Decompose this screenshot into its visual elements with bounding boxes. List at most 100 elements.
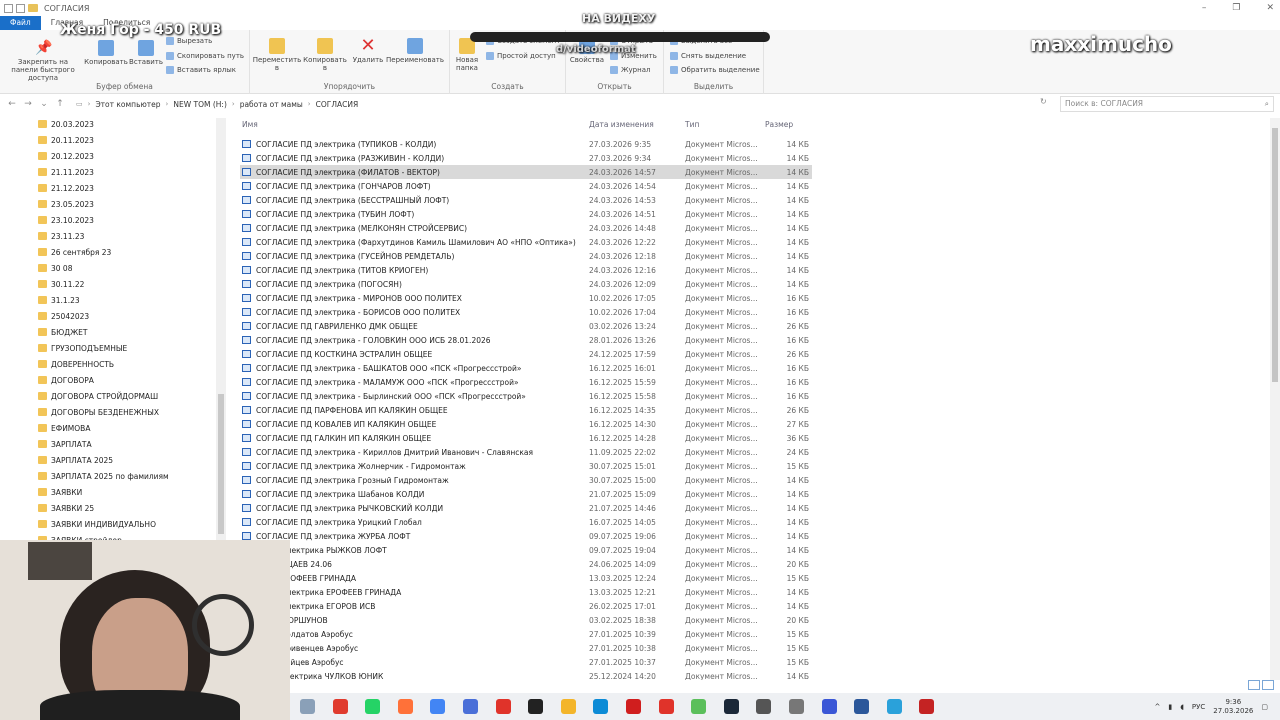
file-row[interactable]: СОГЛАСИЕ ПД электрика - МАЛАМУЖ ООО «ПСК… bbox=[240, 375, 812, 389]
yandex-icon-2[interactable] bbox=[658, 699, 674, 714]
tree-folder-item[interactable]: ДОВЕРЕННОСТЬ bbox=[38, 357, 114, 371]
tray-chevron-icon[interactable]: ^ bbox=[1154, 703, 1160, 711]
pin-quick-access-button[interactable]: 📌 Закрепить на панели быстрого доступа bbox=[4, 40, 82, 82]
globe-icon[interactable] bbox=[756, 699, 772, 714]
file-row[interactable]: СОГЛАСИЕ ПД электрика (ТУБИН ЛОФТ) 24.03.… bbox=[240, 207, 812, 221]
column-date[interactable]: Дата изменения bbox=[589, 120, 654, 129]
tree-folder-item[interactable]: ЗАЯВКИ 25 bbox=[38, 501, 94, 515]
forward-arrow-icon[interactable]: → bbox=[20, 99, 36, 109]
file-row[interactable]: СОГЛАСИЕ ПД электрика (ГУСЕЙНОВ РЕМДЕТАЛ… bbox=[240, 249, 812, 263]
new-folder-icon[interactable] bbox=[28, 4, 38, 12]
file-row[interactable]: СОГЛАСИЕ ПД электрика (ТУПИКОВ - КОЛДИ) 2… bbox=[240, 137, 812, 151]
search-icon[interactable] bbox=[300, 699, 315, 714]
clock[interactable]: 9:36 27.03.2026 bbox=[1213, 698, 1253, 716]
tree-folder-item[interactable]: ДОГОВОРЫ БЕЗДЕНЕЖНЫХ bbox=[38, 405, 159, 419]
edge-icon[interactable] bbox=[593, 699, 609, 714]
tree-folder-item[interactable]: ЗАРПЛАТА bbox=[38, 437, 92, 451]
properties-icon[interactable] bbox=[16, 3, 25, 13]
network-icon[interactable]: ▮ bbox=[1168, 703, 1172, 711]
breadcrumb-item[interactable]: СОГЛАСИЯ bbox=[316, 100, 359, 109]
recent-chevron-icon[interactable]: ⌄ bbox=[36, 99, 52, 109]
tree-folder-item[interactable]: ЗАРПЛАТА 2025 bbox=[38, 453, 113, 467]
breadcrumb-item[interactable]: Этот компьютер bbox=[95, 100, 160, 109]
tree-folder-item[interactable]: 30.11.22 bbox=[38, 277, 84, 291]
app-grid-icon[interactable] bbox=[789, 699, 804, 714]
tree-scrollbar-thumb[interactable] bbox=[218, 394, 224, 534]
tree-folder-item[interactable]: 30 08 bbox=[38, 261, 72, 275]
file-row[interactable]: СОГЛАСИЕ ПД КОВАЛЕВ ИП КАЛЯКИН ОБЩЕЕ 16.1… bbox=[240, 417, 812, 431]
breadcrumb-item[interactable]: NEW TOM (H:) bbox=[173, 100, 227, 109]
large-icons-view-icon[interactable] bbox=[1262, 680, 1274, 690]
file-row[interactable]: СОГЛАСИЕ ПД электрика (БЕССТРАШНЫЙ ЛОФТ)… bbox=[240, 193, 812, 207]
file-row[interactable]: СОГЛАСИЕ ПД электрика - БОРИСОВ ООО ПОЛИ… bbox=[240, 305, 812, 319]
move-to-button[interactable]: Переместить в bbox=[252, 38, 302, 72]
file-row[interactable]: ИЕ ТЭ Кривенцев Аэробус 27.01.2025 10:38 Д… bbox=[240, 641, 812, 655]
tree-folder-item[interactable]: ЗАЯВКИ ИНДИВИДУАЛЬНО bbox=[38, 517, 156, 531]
file-row[interactable]: ИЕ ПД электрика РЫЖКОВ ЛОФТ 09.07.2025 19… bbox=[240, 543, 812, 557]
file-row[interactable]: СОГЛАСИЕ ПД электрика Жолнерчик - Гидром… bbox=[240, 459, 812, 473]
up-arrow-icon[interactable]: ↑ bbox=[52, 99, 68, 109]
copy-button[interactable]: Копировать bbox=[84, 40, 128, 66]
minimize-icon[interactable]: – bbox=[1202, 3, 1207, 13]
easy-access-button[interactable]: Простой доступ bbox=[486, 52, 556, 60]
file-row[interactable]: ИЕ ПД электрика ЕРОФЕЕВ ГРИНАДА 13.03.202… bbox=[240, 585, 812, 599]
file-row[interactable]: ИЕ ТЭ Зайцев Аэробус 27.01.2025 10:37 Доку… bbox=[240, 655, 812, 669]
file-row[interactable]: СОГЛАСИЕ ПД электрика (ПОГОСЯН) 24.03.202… bbox=[240, 277, 812, 291]
search-input[interactable]: Поиск в: СОГЛАСИЯ ⌕ bbox=[1060, 96, 1274, 112]
tab-file[interactable]: Файл bbox=[0, 16, 41, 30]
history-button[interactable]: Журнал bbox=[610, 66, 650, 74]
paste-button[interactable]: Вставить bbox=[128, 40, 164, 66]
file-row[interactable]: СОГЛАСИЕ ПД электрика - БАШКАТОВ ООО «ПС… bbox=[240, 361, 812, 375]
yandex-icon[interactable] bbox=[495, 699, 511, 714]
file-row[interactable]: СОГЛАСИЕ ПД электрика - Бырлинский ООО «… bbox=[240, 389, 812, 403]
column-type[interactable]: Тип bbox=[685, 120, 699, 129]
chrome-icon[interactable] bbox=[430, 699, 446, 714]
app-red-icon[interactable] bbox=[919, 699, 935, 714]
paste-shortcut-button[interactable]: Вставить ярлык bbox=[166, 66, 236, 74]
file-row[interactable]: СОГЛАСИЕ ПД ГАВРИЛЕНКО ДМК ОБЩЕЕ 03.02.20… bbox=[240, 319, 812, 333]
tree-folder-item[interactable]: ДОГОВОРА СТРОЙДОРМАШ bbox=[38, 389, 158, 403]
file-row[interactable]: СОГЛАСИЕ ПД электрика (МЕЛКОНЯН СТРОЙСЕР… bbox=[240, 221, 812, 235]
file-row[interactable]: СОГЛАСИЕ ПД ПАРФЕНОВА ИП КАЛЯКИН ОБЩЕЕ 16… bbox=[240, 403, 812, 417]
maximize-icon[interactable]: ❐ bbox=[1232, 3, 1240, 13]
tree-folder-item[interactable]: 20.11.2023 bbox=[38, 133, 94, 147]
file-row[interactable]: СОГЛАСИЕ ПД КОСТКИНА ЭСТРАЛИН ОБЩЕЕ 24.12… bbox=[240, 347, 812, 361]
tree-folder-item[interactable]: 21.12.2023 bbox=[38, 181, 94, 195]
file-row[interactable]: СОГЛАСИЕ ПД электрика - ГОЛОВКИН ООО ИСБ… bbox=[240, 333, 812, 347]
firefox-icon[interactable] bbox=[397, 699, 413, 714]
file-row[interactable]: СОГЛАСИЕ ПД электрика (Фархутдинов Камил… bbox=[240, 235, 812, 249]
copy-to-button[interactable]: Копировать в bbox=[302, 38, 348, 72]
invert-selection-button[interactable]: Обратить выделение bbox=[670, 66, 760, 74]
details-view-icon[interactable] bbox=[1248, 680, 1260, 690]
tree-folder-item[interactable]: ЕФИМОВА bbox=[38, 421, 90, 435]
cut-button[interactable]: Вырезать bbox=[166, 37, 212, 45]
tree-folder-item[interactable]: ЗАРПЛАТА 2025 по фамилиям bbox=[38, 469, 169, 483]
tree-folder-item[interactable]: 23.05.2023 bbox=[38, 197, 94, 211]
tree-folder-item[interactable]: 31.1.23 bbox=[38, 293, 80, 307]
tree-folder-item[interactable]: 26 сентября 23 bbox=[38, 245, 111, 259]
word-icon[interactable] bbox=[854, 699, 870, 714]
tree-folder-item[interactable]: 25042023 bbox=[38, 309, 89, 323]
file-row[interactable]: СОГЛАСИЕ ПД электрика (ФИЛАТОВ - ВЕКТОР)… bbox=[240, 165, 812, 179]
file-row[interactable]: ИЕ ПД электрика ЕГОРОВ ИСВ 26.02.2025 17:… bbox=[240, 599, 812, 613]
save-icon[interactable] bbox=[4, 3, 13, 13]
file-row[interactable]: ИЕ ТЭ ЕРОФЕЕВ ГРИНАДА 13.03.2025 12:24 Док… bbox=[240, 571, 812, 585]
copy-path-button[interactable]: Скопировать путь bbox=[166, 52, 244, 60]
telegram-icon[interactable] bbox=[886, 699, 902, 714]
file-row[interactable]: СОГЛАСИЕ ПД ГАЛКИН ИП КАЛЯКИН ОБЩЕЕ 16.12… bbox=[240, 431, 812, 445]
tree-folder-item[interactable]: БЮДЖЕТ bbox=[38, 325, 88, 339]
tree-folder-item[interactable]: ГРУЗОПОДЪЕМНЫЕ bbox=[38, 341, 127, 355]
new-folder-button[interactable]: Новая папка bbox=[452, 38, 482, 72]
tree-folder-item[interactable]: ДОГОВОРА bbox=[38, 373, 94, 387]
file-row[interactable]: СОГЛАСИЕ ПД электрика - Кириллов Дмитрий… bbox=[240, 445, 812, 459]
select-none-button[interactable]: Снять выделение bbox=[670, 52, 746, 60]
file-list-scrollbar-thumb[interactable] bbox=[1272, 128, 1278, 382]
app-icon[interactable] bbox=[463, 699, 478, 714]
breadcrumb[interactable]: ▭ › Этот компьютер › NEW TOM (H:) › рабо… bbox=[76, 96, 1046, 112]
tree-folder-item[interactable]: 23.11.23 bbox=[38, 229, 84, 243]
rename-button[interactable]: Переименовать bbox=[384, 38, 446, 64]
column-name[interactable]: Имя bbox=[242, 120, 258, 129]
file-row[interactable]: СОГЛАСИЕ ПД электрика - МИРОНОВ ООО ПОЛИ… bbox=[240, 291, 812, 305]
volume-icon[interactable]: ◖ bbox=[1180, 703, 1184, 711]
file-row[interactable]: СОГЛАСИЕ ПД электрика ЖУРБА ЛОФТ 09.07.20… bbox=[240, 529, 812, 543]
